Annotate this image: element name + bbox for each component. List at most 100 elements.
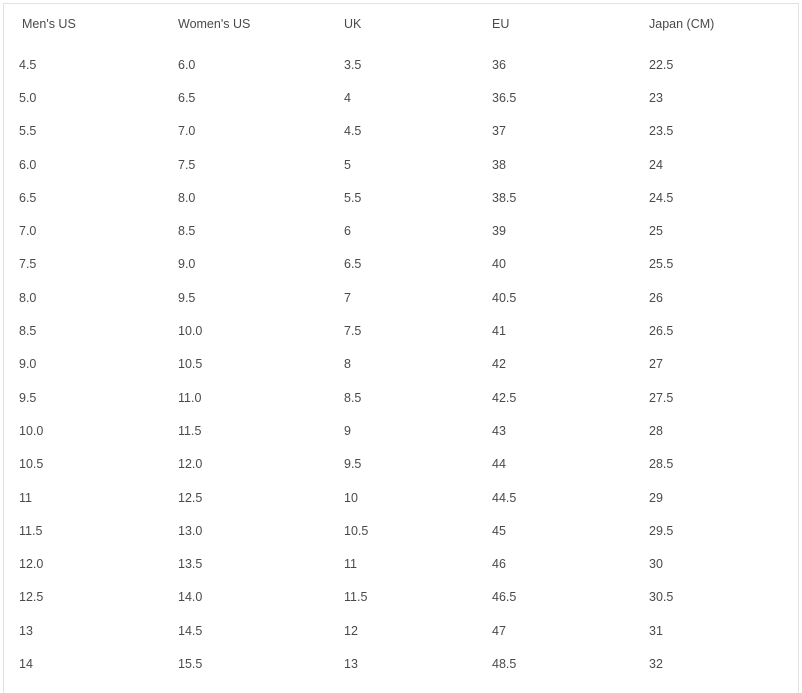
table-cell: 42: [492, 357, 506, 372]
table-cell: 5: [344, 157, 351, 172]
table-row: 7.0 8.5 6 39 25: [0, 214, 802, 247]
table-cell: 8.5: [19, 324, 37, 339]
table-cell: 10.0: [19, 423, 44, 438]
table-row: 6.0 7.5 5 38 24: [0, 148, 802, 181]
table-cell: 13: [19, 623, 33, 638]
table-cell: 10.5: [344, 523, 369, 538]
table-cell: 22.5: [649, 57, 674, 72]
table-cell: 40: [492, 257, 506, 272]
table-row: 10.5 12.0 9.5 44 28.5: [0, 448, 802, 481]
table-cell: 9: [344, 423, 351, 438]
column-header: UK: [344, 17, 362, 31]
table-cell: 12.0: [19, 557, 44, 572]
table-cell: 48.5: [492, 656, 517, 671]
table-cell: 38.5: [492, 190, 517, 205]
table-cell: 11.0: [178, 390, 202, 405]
table-header-row: Men's US Women's US UK EU Japan (CM): [0, 0, 802, 48]
table-cell: 40.5: [492, 290, 517, 305]
table-cell: 7.5: [344, 324, 362, 339]
table-cell: 10.0: [178, 324, 203, 339]
table-cell: 13.5: [178, 557, 203, 572]
table-cell: 27.5: [649, 390, 674, 405]
table-cell: 7: [344, 290, 351, 305]
table-cell: 36.5: [492, 90, 517, 105]
table-cell: 10: [344, 490, 358, 505]
table-row: 8.5 10.0 7.5 41 26.5: [0, 314, 802, 347]
table-cell: 38: [492, 157, 506, 172]
table-row: 6.5 8.0 5.5 38.5 24.5: [0, 181, 802, 214]
table-cell: 11: [19, 490, 32, 505]
table-cell: 25.5: [649, 257, 674, 272]
table-cell: 45: [492, 523, 506, 538]
table-cell: 13: [344, 656, 358, 671]
table-cell: 28: [649, 423, 663, 438]
table-cell: 46: [492, 557, 506, 572]
table-cell: 47: [492, 623, 506, 638]
table-cell: 12.5: [178, 490, 203, 505]
table-row: 13 14.5 12 47 31: [0, 614, 802, 647]
column-header: Japan (CM): [649, 17, 715, 31]
column-header: Men's US: [22, 17, 76, 31]
table-cell: 9.5: [344, 457, 362, 472]
table-cell: 13.0: [178, 523, 203, 538]
table-cell: 7.5: [178, 157, 196, 172]
table-cell: 6.5: [19, 190, 37, 205]
table-cell: 30.5: [649, 590, 674, 605]
table-cell: 11: [344, 557, 357, 572]
table-cell: 8.0: [178, 190, 196, 205]
table-row: 12.5 14.0 11.5 46.5 30.5: [0, 581, 802, 614]
table-cell: 8.5: [178, 224, 196, 239]
table-cell: 39: [492, 224, 506, 239]
table-cell: 12: [344, 623, 358, 638]
table-cell: 12.0: [178, 457, 203, 472]
table-cell: 9.5: [178, 290, 196, 305]
table-cell: 37: [492, 124, 506, 139]
table-row: 9.5 11.0 8.5 42.5 27.5: [0, 381, 802, 414]
table-cell: 6: [344, 224, 351, 239]
table-cell: 8: [344, 357, 351, 372]
table-row: 12.0 13.5 11 46 30: [0, 547, 802, 580]
table-cell: 31: [649, 623, 663, 638]
table-row: 14 15.5 13 48.5 32: [0, 647, 802, 680]
table-cell: 14.5: [178, 623, 203, 638]
table-cell: 43: [492, 423, 506, 438]
column-header: EU: [492, 17, 510, 31]
shoe-size-table: Men's US Women's US UK EU Japan (CM) 4.5 6.0 3…: [0, 0, 802, 681]
table-cell: 5.5: [19, 124, 37, 139]
table-cell: 4: [344, 90, 351, 105]
table-cell: 14: [19, 656, 33, 671]
table-cell: 32: [649, 656, 663, 671]
table-cell: 11.5: [178, 423, 202, 438]
table-row: 9.0 10.5 8 42 27: [0, 348, 802, 381]
table-cell: 14.0: [178, 590, 203, 605]
table-cell: 5.0: [19, 90, 37, 105]
table-row: 8.0 9.5 7 40.5 26: [0, 281, 802, 314]
table-cell: 6.0: [178, 57, 196, 72]
table-cell: 30: [649, 557, 663, 572]
table-cell: 46.5: [492, 590, 517, 605]
table-cell: 29: [649, 490, 663, 505]
table-row: 11 12.5 10 44.5 29: [0, 481, 802, 514]
table-cell: 41: [492, 324, 506, 339]
table-cell: 9.5: [19, 390, 37, 405]
table-cell: 6.5: [178, 90, 196, 105]
table-cell: 9.0: [178, 257, 196, 272]
table-cell: 8.0: [19, 290, 37, 305]
table-cell: 4.5: [344, 124, 362, 139]
table-cell: 8.5: [344, 390, 362, 405]
table-cell: 15.5: [178, 656, 203, 671]
table-row: 7.5 9.0 6.5 40 25.5: [0, 248, 802, 281]
table-cell: 42.5: [492, 390, 517, 405]
table-row: 10.0 11.5 9 43 28: [0, 414, 802, 447]
table-cell: 6.5: [344, 257, 362, 272]
table-cell: 6.0: [19, 157, 37, 172]
table-cell: 10.5: [178, 357, 203, 372]
table-cell: 36: [492, 57, 506, 72]
table-cell: 28.5: [649, 457, 674, 472]
table-cell: 7.0: [178, 124, 196, 139]
table-cell: 27: [649, 357, 663, 372]
table-cell: 3.5: [344, 57, 362, 72]
table-cell: 10.5: [19, 457, 44, 472]
table-cell: 44: [492, 457, 506, 472]
table-cell: 24: [649, 157, 663, 172]
